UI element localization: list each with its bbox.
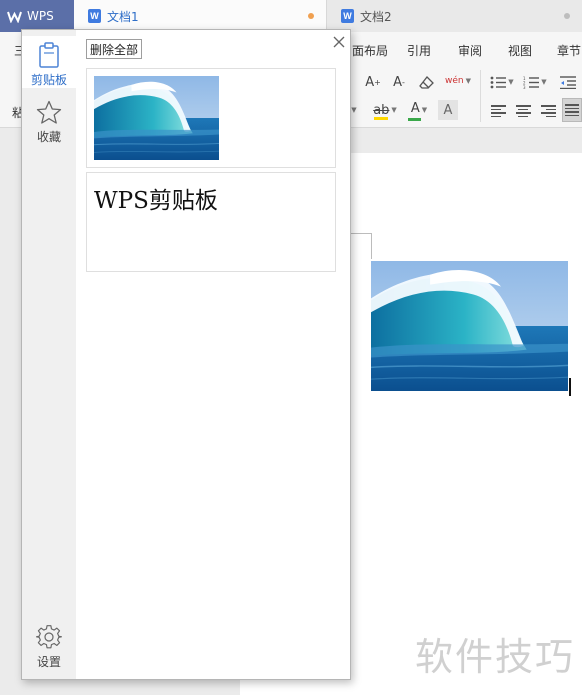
tab-status-dot bbox=[564, 13, 570, 19]
menu-page-layout[interactable]: 面布局 bbox=[352, 42, 388, 59]
tab-document-2[interactable]: W 文档2 bbox=[326, 0, 582, 32]
font-color-icon[interactable]: A ▼ bbox=[405, 98, 433, 122]
app-tab-label: WPS bbox=[27, 9, 54, 23]
tab-bar: WPS W 文档1 W 文档2 bbox=[0, 0, 582, 32]
tab-document-1[interactable]: W 文档1 bbox=[74, 0, 326, 32]
star-icon bbox=[36, 100, 62, 124]
tab-label: 文档2 bbox=[360, 9, 392, 24]
close-icon[interactable] bbox=[331, 34, 347, 50]
menu-review[interactable]: 审阅 bbox=[458, 42, 482, 59]
nav-clipboard[interactable]: 剪贴板 bbox=[22, 36, 76, 88]
nav-settings[interactable]: 设置 bbox=[22, 624, 76, 674]
bullet-list-icon[interactable]: ▼ bbox=[489, 72, 515, 92]
char-shading-icon[interactable]: A bbox=[438, 100, 458, 120]
svg-text:3: 3 bbox=[523, 85, 526, 89]
clear-format-icon[interactable] bbox=[415, 72, 437, 92]
delete-all-button[interactable]: 删除全部 bbox=[86, 39, 143, 59]
document-icon: W bbox=[88, 9, 101, 23]
nav-settings-label: 设置 bbox=[36, 655, 61, 669]
nav-favorites[interactable]: 收藏 bbox=[22, 100, 76, 150]
clipboard-panel: 剪贴板 收藏 设置 删除全部 WPS剪贴板 bbox=[21, 29, 351, 680]
clipboard-item-text[interactable]: WPS剪贴板 bbox=[86, 172, 336, 272]
wps-app-tab[interactable]: WPS bbox=[0, 0, 74, 32]
decrease-font-icon[interactable]: A- bbox=[388, 72, 410, 92]
ribbon-divider bbox=[480, 70, 481, 122]
pinyin-guide-icon[interactable]: wén ▼ bbox=[443, 70, 473, 92]
wave-image-thumbnail bbox=[94, 76, 219, 160]
justify-icon[interactable] bbox=[562, 98, 582, 122]
pinyin-glyph: wén bbox=[445, 76, 464, 86]
menu-references[interactable]: 引用 bbox=[407, 42, 431, 59]
highlight-icon[interactable]: ab ▼ bbox=[370, 100, 400, 120]
menu-sections[interactable]: 章节 bbox=[557, 42, 581, 59]
wps-logo-icon bbox=[7, 11, 22, 23]
increase-font-icon[interactable]: A + bbox=[362, 72, 384, 92]
margin-corner-mark bbox=[350, 233, 372, 259]
clipboard-item-image[interactable] bbox=[86, 68, 336, 168]
nav-favorites-label: 收藏 bbox=[36, 130, 61, 144]
clipboard-icon bbox=[39, 42, 59, 68]
decrease-indent-icon[interactable] bbox=[557, 72, 579, 92]
numbered-list-icon[interactable]: 1 2 3 ▼ bbox=[522, 72, 548, 92]
text-cursor bbox=[569, 378, 571, 396]
align-center-icon[interactable] bbox=[514, 102, 532, 120]
clipboard-text-content: WPS剪贴板 bbox=[94, 188, 218, 214]
nav-clipboard-label: 剪贴板 bbox=[30, 73, 67, 87]
watermark: 软件技巧 bbox=[414, 635, 575, 679]
align-left-icon[interactable] bbox=[489, 102, 507, 120]
document-icon: W bbox=[341, 9, 354, 23]
align-right-icon[interactable] bbox=[539, 102, 557, 120]
tab-label: 文档1 bbox=[107, 9, 139, 24]
gear-icon bbox=[36, 625, 62, 649]
menu-view[interactable]: 视图 bbox=[508, 42, 532, 59]
unsaved-dot bbox=[308, 13, 314, 19]
inserted-wave-image[interactable] bbox=[371, 261, 568, 391]
clipboard-side-nav: 剪贴板 收藏 设置 bbox=[22, 30, 76, 679]
